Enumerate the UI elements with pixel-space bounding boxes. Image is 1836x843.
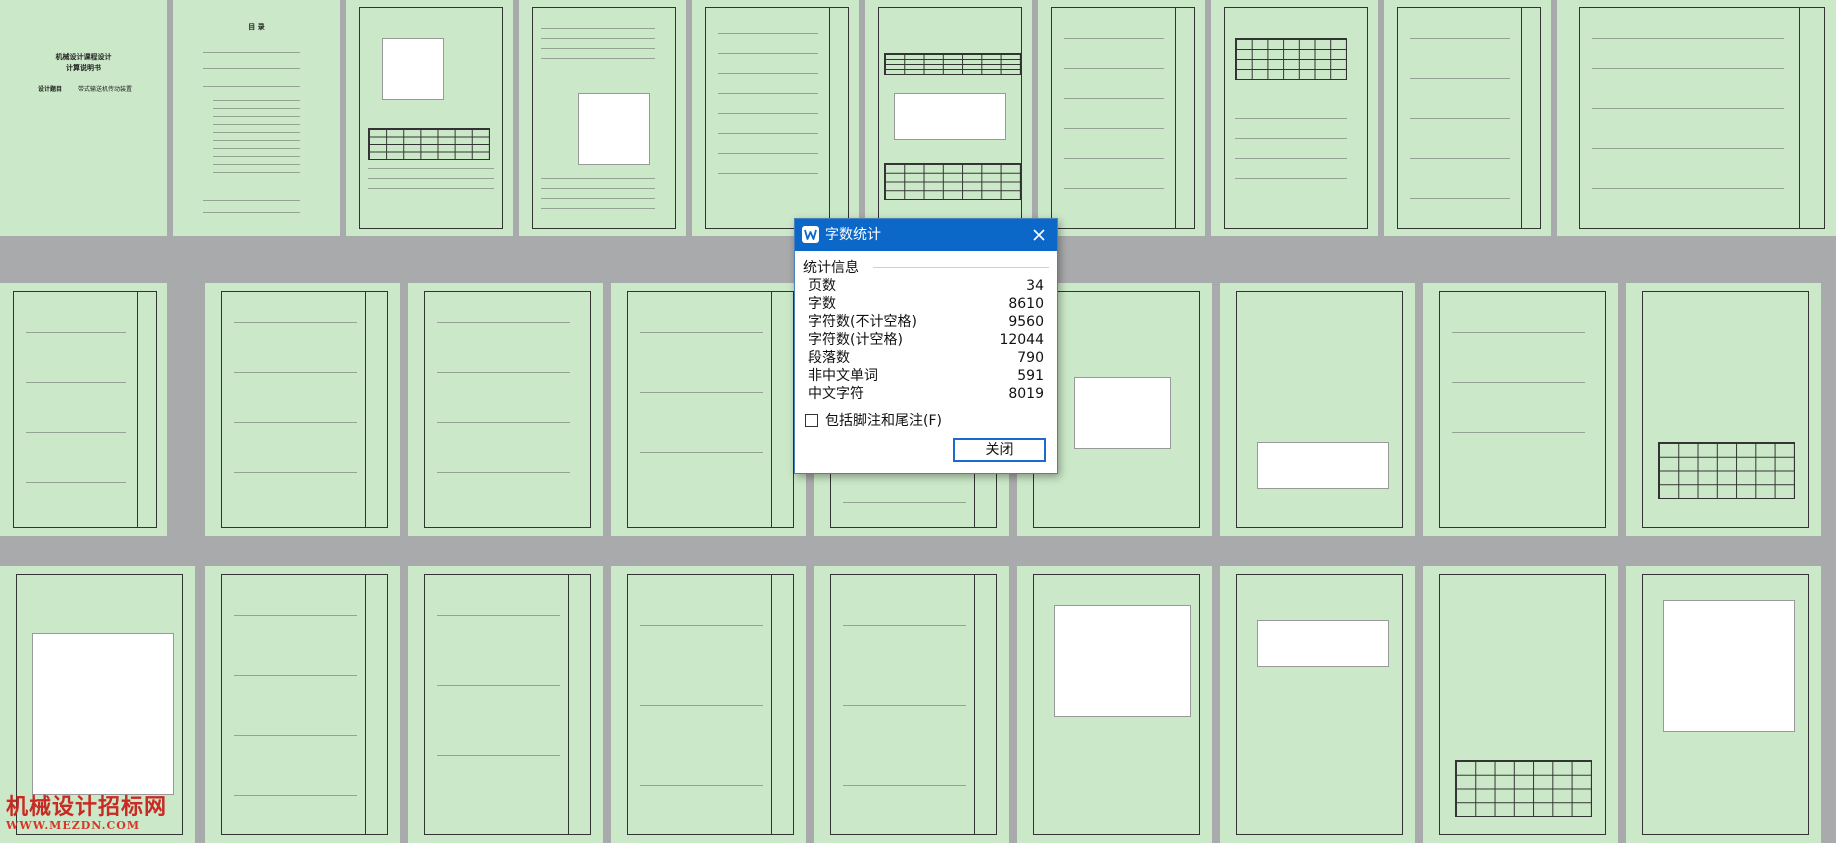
page-thumbnail[interactable] <box>519 0 686 236</box>
stat-label: 页数 <box>808 278 836 294</box>
shaft-drawing-figure <box>1256 441 1389 489</box>
transmission-sketch-figure <box>382 38 445 101</box>
stat-value: 34 <box>1026 278 1044 294</box>
bending-moment-diagram-figure <box>31 633 174 796</box>
include-footnotes-label[interactable]: 包括脚注和尾注(F) <box>825 412 942 430</box>
page-thumbnail[interactable] <box>1211 0 1378 236</box>
site-watermark: 机械设计招标网 WWW.MEZDN.COM <box>6 795 167 832</box>
cover-design-title-value: 带式输送机传动装置 <box>78 86 133 93</box>
stat-row-pages: 页数 34 <box>808 277 1044 295</box>
page-thumbnail[interactable] <box>1423 566 1618 843</box>
stat-label: 字符数(计空格) <box>808 332 903 348</box>
page-thumbnail[interactable] <box>346 0 513 236</box>
data-table <box>1235 38 1348 81</box>
page-thumbnail[interactable] <box>1384 0 1551 236</box>
page-thumbnail-toc[interactable]: 目 录 <box>173 0 340 236</box>
page-thumbnail[interactable] <box>408 283 603 536</box>
statistics-list: 页数 34 字数 8610 字符数(不计空格) 9560 字符数(计空格) 12… <box>808 277 1044 403</box>
data-table <box>368 128 491 161</box>
toc-heading: 目 录 <box>248 23 265 31</box>
watermark-url: WWW.MEZDN.COM <box>6 819 140 832</box>
page-thumbnail[interactable] <box>205 283 400 536</box>
section-divider <box>873 267 1049 268</box>
page-thumbnail[interactable] <box>1626 283 1821 536</box>
shaft-drawing-figure <box>1256 620 1389 668</box>
stat-row-chars-with-spaces: 字符数(计空格) 12044 <box>808 331 1044 349</box>
page-thumbnail[interactable] <box>865 0 1032 236</box>
page-thumbnail[interactable] <box>692 0 859 236</box>
cover-title-line1: 机械设计课程设计 <box>55 53 112 61</box>
shaft-drawing-figure <box>1053 605 1191 718</box>
page-thumbnail[interactable] <box>814 566 1009 843</box>
close-icon[interactable] <box>1027 223 1051 247</box>
stat-label: 字数 <box>808 296 836 312</box>
stat-row-non-chinese-words: 非中文单词 591 <box>808 367 1044 385</box>
cover-design-title-label: 设计题目 <box>38 86 63 93</box>
dialog-titlebar[interactable]: 字数统计 <box>795 219 1057 251</box>
cover-title-line2: 计算说明书 <box>66 64 101 72</box>
data-table <box>1657 441 1795 499</box>
stat-value: 790 <box>1017 350 1044 366</box>
stat-value: 9560 <box>1008 314 1044 330</box>
page-thumbnail[interactable] <box>1423 283 1618 536</box>
stat-value: 8019 <box>1008 386 1044 402</box>
gear-drawing-figure <box>1073 376 1171 449</box>
bending-moment-diagram-figure <box>1662 600 1795 733</box>
stat-value: 8610 <box>1008 296 1044 312</box>
data-table <box>884 53 1022 76</box>
stat-value: 591 <box>1017 368 1044 384</box>
stat-row-words: 字数 8610 <box>808 295 1044 313</box>
section-label: 统计信息 <box>803 260 859 276</box>
page-thumbnail-cover[interactable]: 机械设计课程设计 计算说明书 设计题目 带式输送机传动装置 <box>0 0 167 236</box>
stat-label: 中文字符 <box>808 386 864 402</box>
stat-row-chinese-chars: 中文字符 8019 <box>808 385 1044 403</box>
stat-label: 字符数(不计空格) <box>808 314 917 330</box>
page-thumbnail[interactable] <box>205 566 400 843</box>
watermark-text: 机械设计招标网 <box>6 794 168 820</box>
page-thumbnail[interactable] <box>611 566 806 843</box>
stat-row-paragraphs: 段落数 790 <box>808 349 1044 367</box>
data-table <box>884 163 1022 201</box>
transmission-sketch-figure <box>578 93 651 166</box>
data-table <box>1454 760 1592 818</box>
close-button[interactable]: 关闭 <box>953 438 1046 462</box>
page-thumbnail[interactable] <box>611 283 806 536</box>
page-thumbnail[interactable] <box>1220 566 1415 843</box>
word-count-dialog: 字数统计 统计信息 页数 34 字数 8610 字符数(不计空格) 9560 字… <box>794 218 1058 474</box>
page-thumbnail[interactable] <box>1626 566 1821 843</box>
stat-value: 12044 <box>999 332 1044 348</box>
stat-label: 段落数 <box>808 350 850 366</box>
page-thumbnail[interactable] <box>0 283 167 536</box>
page-thumbnail[interactable] <box>1038 0 1205 236</box>
include-footnotes-checkbox[interactable] <box>805 414 818 427</box>
page-thumbnail[interactable] <box>1017 566 1212 843</box>
page-thumbnail[interactable] <box>1557 0 1836 236</box>
page-thumbnail[interactable] <box>408 566 603 843</box>
page-thumbnail[interactable] <box>1220 283 1415 536</box>
stat-row-chars-no-spaces: 字符数(不计空格) 9560 <box>808 313 1044 331</box>
dialog-title: 字数统计 <box>825 227 881 243</box>
stat-label: 非中文单词 <box>808 368 878 384</box>
gear-drawing-figure <box>894 93 1007 141</box>
wps-writer-icon <box>802 226 819 243</box>
